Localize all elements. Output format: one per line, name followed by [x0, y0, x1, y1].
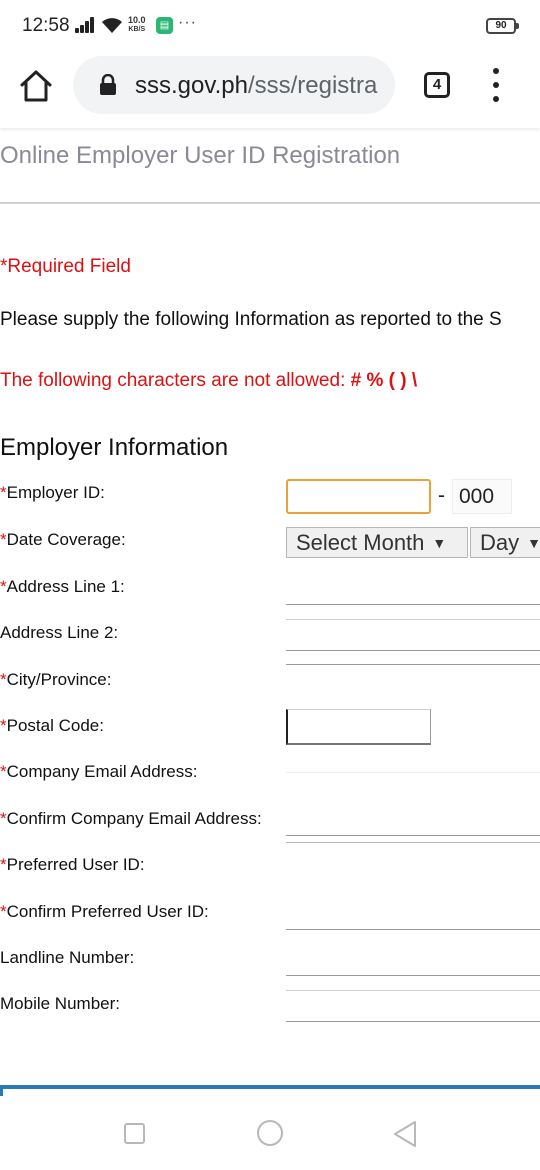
- app-notification-icon: ▤: [156, 17, 173, 34]
- disallowed-characters: # % ( ) \: [350, 370, 418, 391]
- day-select-value: Day: [480, 530, 520, 555]
- battery-level: 90: [495, 20, 507, 31]
- confirm-email-label: *Confirm Company Email Address:: [0, 809, 262, 829]
- status-bar: 12:58 10.0 KB/S ▤ ··· 90: [0, 0, 540, 54]
- mobile-label-text: Mobile Number:: [0, 994, 120, 1013]
- company-email-label: *Company Email Address:: [0, 762, 198, 782]
- required-marker: *: [0, 670, 7, 689]
- home-icon[interactable]: [16, 66, 56, 106]
- employer-id-label-text: Employer ID:: [6, 483, 105, 502]
- status-time: 12:58: [22, 15, 70, 36]
- browser-toolbar: sss.gov.ph/sss/registra 4: [0, 54, 540, 128]
- required-marker: *: [0, 902, 7, 921]
- preferred-user-id-label: *Preferred User ID:: [0, 855, 145, 875]
- preferred-user-id-label-text: Preferred User ID:: [6, 855, 145, 874]
- page-content: Online Employer User ID Registration *Re…: [0, 128, 540, 1085]
- required-marker: *: [0, 530, 7, 549]
- required-field-note: *Required Field: [0, 256, 131, 277]
- required-marker: *: [0, 762, 7, 781]
- network-speed-unit: KB/S: [128, 26, 146, 33]
- overflow-menu-icon[interactable]: [486, 68, 506, 102]
- preferred-user-id-input[interactable]: [286, 841, 540, 843]
- mobile-input[interactable]: [286, 990, 540, 1022]
- company-email-label-text: Company Email Address:: [6, 762, 198, 781]
- employer-id-separator: -: [438, 484, 445, 507]
- confirm-user-id-label-text: Confirm Preferred User ID:: [6, 902, 209, 921]
- postal-code-input[interactable]: [286, 709, 431, 745]
- recent-apps-icon[interactable]: [124, 1123, 145, 1144]
- battery-icon: 90: [486, 18, 519, 34]
- back-icon[interactable]: [392, 1120, 418, 1148]
- url-path: /sss/registra: [247, 72, 378, 99]
- required-marker: *: [0, 716, 7, 735]
- city-province-label: *City/Province:: [0, 670, 112, 690]
- confirm-user-id-label: *Confirm Preferred User ID:: [0, 902, 209, 922]
- address-line-1-label: *Address Line 1:: [0, 577, 125, 597]
- date-coverage-label: *Date Coverage:: [0, 530, 126, 550]
- network-speed: 10.0 KB/S: [128, 16, 146, 34]
- title-divider: [0, 202, 540, 204]
- chevron-down-icon: ▼: [432, 535, 447, 551]
- city-province-input[interactable]: [286, 663, 540, 665]
- lock-icon: [100, 74, 116, 95]
- instruction-text: Please supply the following Information …: [0, 309, 502, 330]
- city-province-label-text: City/Province:: [6, 670, 112, 689]
- employer-id-input[interactable]: [286, 479, 431, 514]
- confirm-email-input[interactable]: [286, 804, 540, 836]
- tab-count: 4: [432, 76, 442, 93]
- page-title: Online Employer User ID Registration: [0, 142, 401, 169]
- address-line-2-input[interactable]: [286, 619, 540, 651]
- required-marker: *: [0, 577, 7, 596]
- confirm-user-id-input[interactable]: [286, 898, 540, 930]
- required-marker: *: [0, 809, 7, 828]
- day-select[interactable]: Day ▼: [470, 527, 540, 558]
- system-navigation-bar: [0, 1096, 540, 1170]
- landline-input[interactable]: [286, 944, 540, 976]
- section-heading: Employer Information: [0, 434, 229, 461]
- mobile-label: Mobile Number:: [0, 994, 120, 1014]
- required-marker: *: [0, 483, 7, 502]
- url-text[interactable]: sss.gov.ph/sss/registra: [135, 72, 385, 100]
- address-bar[interactable]: sss.gov.ph/sss/registra: [73, 56, 395, 114]
- postal-code-label-text: Postal Code:: [6, 716, 104, 735]
- more-notifications-icon: ···: [178, 14, 197, 31]
- address-line-1-input[interactable]: [286, 573, 540, 605]
- signal-icon: [75, 17, 95, 33]
- company-email-input[interactable]: [286, 771, 540, 773]
- landline-label-text: Landline Number:: [0, 948, 135, 967]
- chevron-down-icon: ▼: [527, 535, 540, 551]
- employer-id-label: *Employer ID:: [0, 483, 105, 503]
- address-line-2-label: Address Line 2:: [0, 623, 118, 643]
- footer-border: [0, 1085, 540, 1089]
- landline-label: Landline Number:: [0, 948, 134, 968]
- home-circle-icon[interactable]: [257, 1120, 283, 1146]
- required-marker: *: [0, 855, 7, 874]
- address-line-2-label-text: Address Line 2:: [0, 623, 119, 642]
- wifi-icon: [102, 18, 122, 33]
- postal-code-label: *Postal Code:: [0, 716, 104, 736]
- disallowed-characters-note: The following characters are not allowed…: [0, 370, 417, 392]
- address-line-1-label-text: Address Line 1:: [6, 577, 125, 596]
- month-select-value: Select Month: [296, 530, 425, 555]
- month-select[interactable]: Select Month ▼: [286, 527, 468, 558]
- disallowed-characters-label: The following characters are not allowed…: [0, 370, 346, 391]
- branch-code-field[interactable]: 000: [452, 479, 512, 514]
- url-domain: sss.gov.ph: [135, 72, 248, 99]
- date-coverage-label-text: Date Coverage:: [6, 530, 126, 549]
- confirm-email-label-text: Confirm Company Email Address:: [6, 809, 262, 828]
- network-speed-value: 10.0: [128, 15, 146, 25]
- tab-switcher-button[interactable]: 4: [424, 72, 450, 98]
